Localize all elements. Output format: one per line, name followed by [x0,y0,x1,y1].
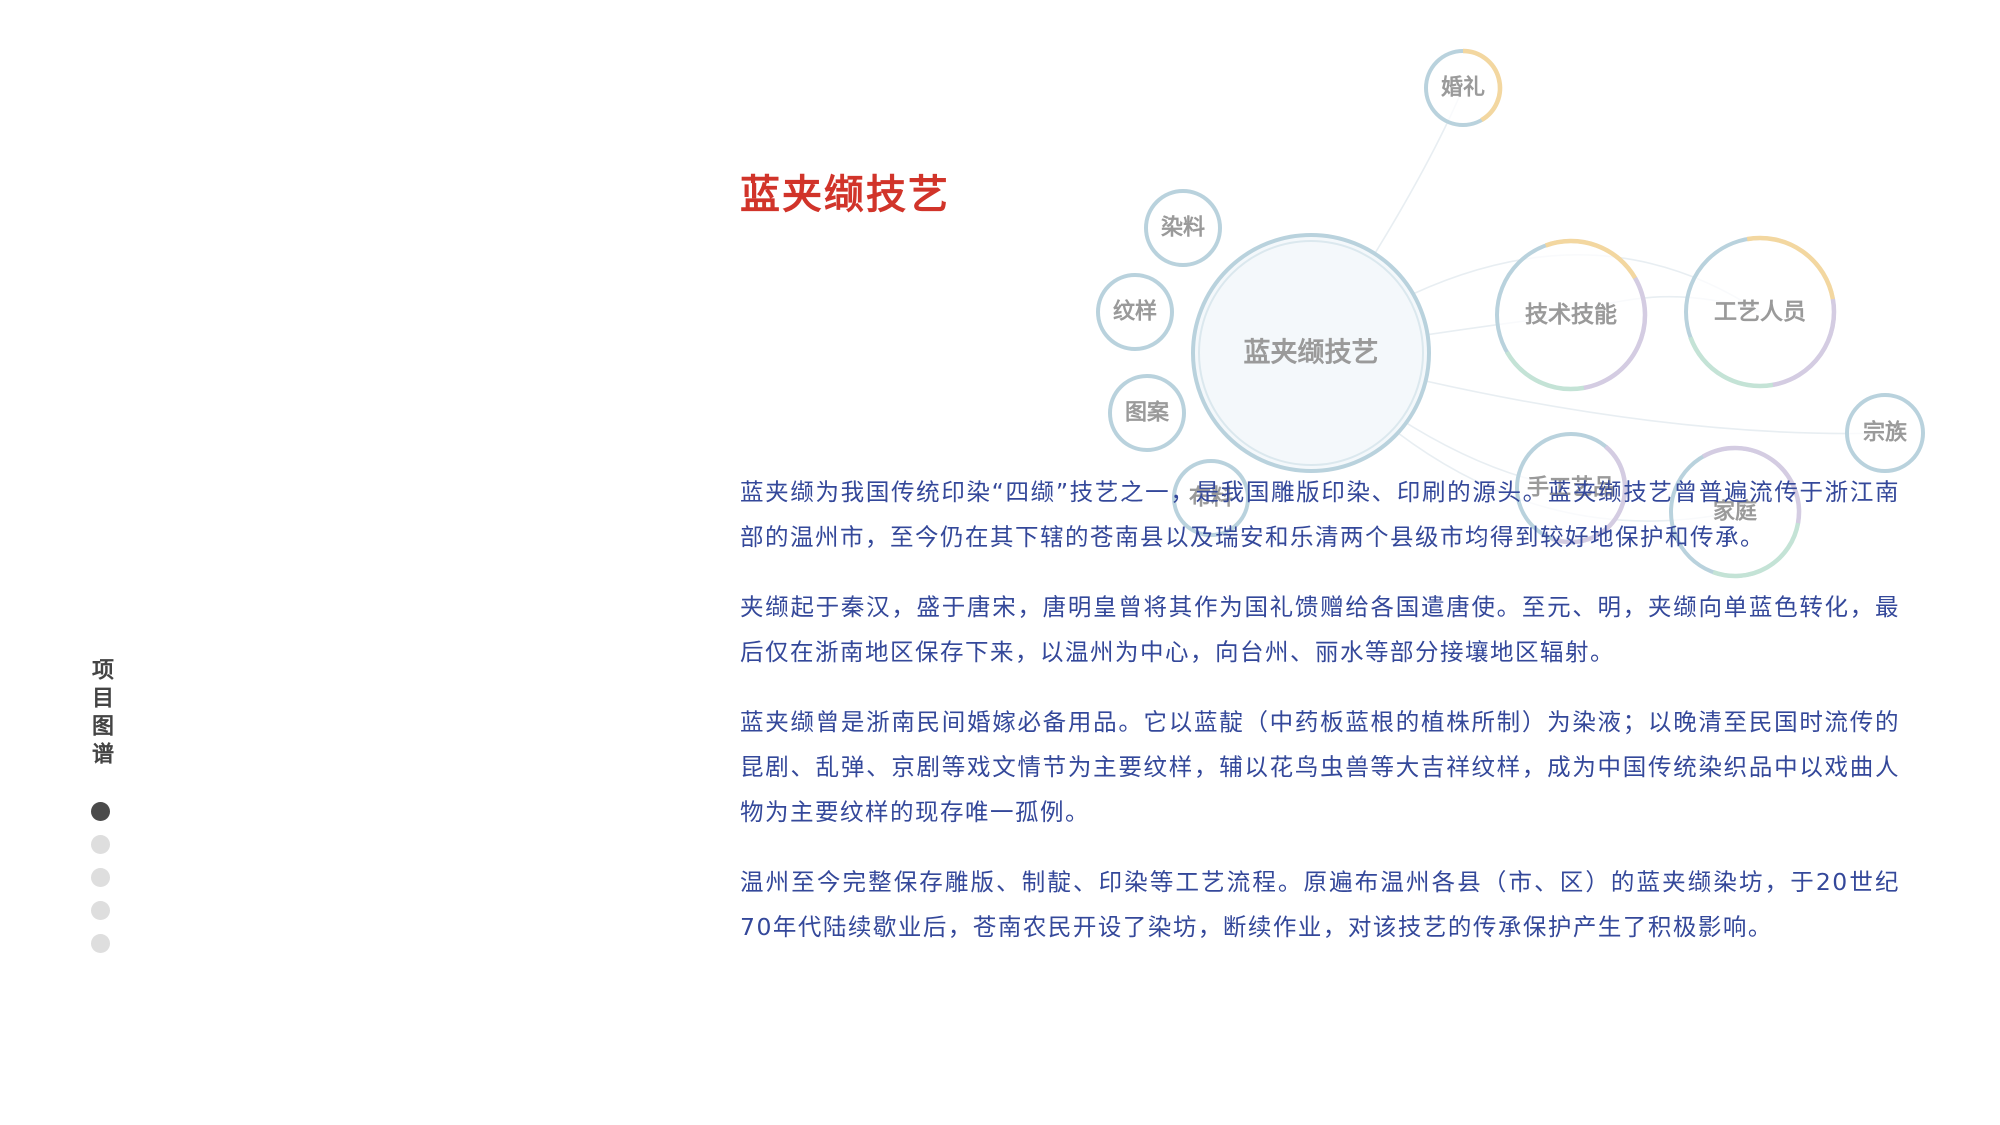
paragraph-intro: 蓝夹缬为我国传统印染“四缬”技艺之一，是我国雕版印染、印刷的源头。蓝夹缬技艺曾普… [740,478,1900,551]
graph-node-center[interactable]: 蓝夹缬技艺 [1191,233,1431,473]
nav-dot-5[interactable] [90,934,110,953]
nav-dot-3[interactable] [90,868,110,887]
graph-node-hunli[interactable]: 婚礼 [1424,48,1503,127]
graph-node-label: 工艺人员 [1714,299,1806,325]
graph-node-label: 图案 [1125,400,1170,426]
graph-node-jishu[interactable]: 技术技能 [1495,238,1648,392]
graph-node-label: 宗族 [1863,420,1908,446]
section-nav: 项目图谱 [86,658,114,953]
graph-node-label: 纹样 [1113,299,1157,325]
graph-node-label: 婚礼 [1441,75,1485,101]
description-text: 蓝夹缬为我国传统印染“四缬”技艺之一，是我国雕版印染、印刷的源头。蓝夹缬技艺曾普… [740,470,1900,975]
page-title: 蓝夹缬技艺 [740,172,950,218]
graph-node-tuan[interactable]: 图案 [1108,374,1186,452]
graph-node-wenyang[interactable]: 纹样 [1096,273,1174,351]
paragraph-inheritance: 温州至今完整保存雕版、制靛、印染等工艺流程。原遍布温州各县（市、区）的蓝夹缬染坊… [740,868,1900,941]
slide: 蓝夹缬技艺 婚礼 染料 纹样 图案 布料 技术技能 工艺人员 宗族 手工艺品 家庭 蓝夹缬技艺 蓝夹… [0,0,2000,1125]
graph-node-gongyi-renyuan[interactable]: 工艺人员 [1684,235,1837,389]
graph-node-label: 蓝夹缬技艺 [1244,338,1379,369]
graph-node-ranliao[interactable]: 染料 [1144,189,1222,267]
nav-dot-1[interactable] [90,802,110,821]
paragraph-patterns: 蓝夹缬曾是浙南民间婚嫁必备用品。它以蓝靛（中药板蓝根的植株所制）为染液；以晚清至… [740,708,1900,826]
pagination-dots [86,802,114,953]
paragraph-history: 夹缬起于秦汉，盛于唐宋，唐明皇曾将其作为国礼馈赠给各国遣唐使。至元、明，夹缬向单… [740,593,1900,666]
nav-dot-4[interactable] [90,901,110,920]
section-nav-title: 项目图谱 [88,658,113,770]
graph-node-label: 技术技能 [1525,301,1617,328]
nav-dot-2[interactable] [90,835,110,854]
graph-node-label: 染料 [1161,215,1205,241]
graph-node-zongzu[interactable]: 宗族 [1845,393,1925,473]
